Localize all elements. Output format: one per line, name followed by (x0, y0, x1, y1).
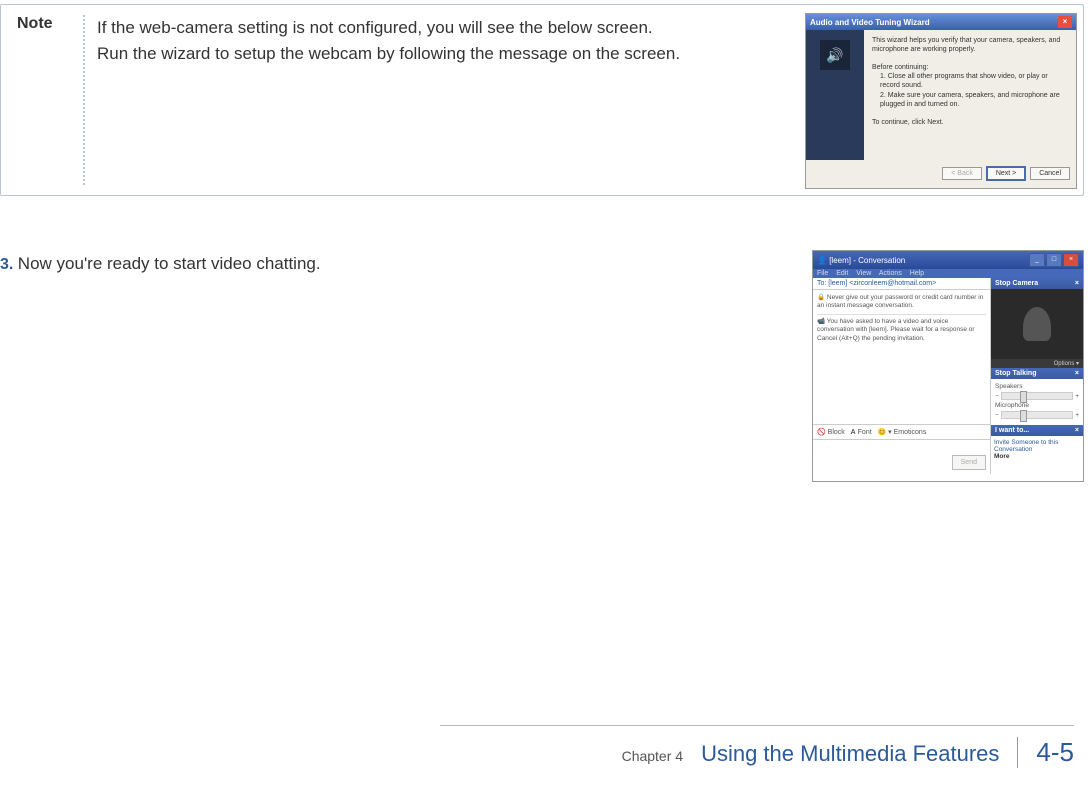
maximize-icon: □ (1046, 253, 1062, 267)
iwantto-header: I want to...× (991, 425, 1083, 436)
minimize-icon: _ (1029, 253, 1045, 267)
note-line1: If the web-camera setting is not configu… (97, 15, 680, 41)
toolbar-font: Font (858, 429, 872, 436)
note-divider (83, 15, 85, 185)
stop-talking-header: Stop Talking× (991, 368, 1083, 379)
wizard-screenshot: Audio and Video Tuning Wizard × 🔊 This w… (805, 13, 1077, 189)
toolbar-block: Block (828, 429, 845, 436)
chat-right-pane: Stop Camera× Options ▾ Stop Talking× Spe… (991, 278, 1083, 474)
next-button: Next > (986, 166, 1026, 181)
close-icon: × (1058, 16, 1072, 28)
emoticon-icon: 😊 (878, 429, 887, 436)
wizard-title-text: Audio and Video Tuning Wizard (810, 18, 930, 27)
menu-help: Help (910, 270, 924, 277)
wizard-item2: 2. Make sure your camera, speakers, and … (880, 91, 1068, 109)
step-3: 3. Now you're ready to start video chatt… (0, 254, 321, 274)
wizard-item1: 1. Close all other programs that show vi… (880, 72, 1068, 90)
camera-view (991, 289, 1083, 359)
back-button: < Back (942, 167, 982, 180)
chat-body: To: [leem] <zirconleem@hotmail.com> 🔒 Ne… (813, 278, 1083, 474)
note-label: Note (17, 15, 53, 33)
footer-divider (440, 725, 1074, 726)
toolbar-emoticons: Emoticons (894, 429, 927, 436)
wizard-content: This wizard helps you verify that your c… (864, 30, 1076, 160)
cancel-button: Cancel (1030, 167, 1070, 180)
chat-to: To: [leem] <zirconleem@hotmail.com> (813, 278, 990, 290)
options-bar: Options ▾ (991, 359, 1083, 368)
invite-link: Invite Someone to this Conversation (994, 439, 1080, 453)
step-number: 3. (0, 256, 13, 273)
stop-camera-header: Stop Camera× (991, 278, 1083, 289)
note-box: Note If the web-camera setting is not co… (0, 4, 1084, 196)
wizard-before: Before continuing: (872, 63, 1068, 72)
chat-title-text: [leem] - Conversation (829, 256, 905, 265)
page-number: 4-5 (1017, 737, 1074, 768)
menu-edit: Edit (836, 270, 848, 277)
wizard-footer: < Back Next > Cancel (806, 160, 1076, 187)
menu-file: File (817, 270, 828, 277)
msn-icon: 👤 (817, 256, 827, 265)
chat-toolbar: 🚫 Block A Font 😊 ▾ Emoticons (813, 425, 990, 440)
more-link: More (994, 453, 1080, 460)
page-footer: Chapter 4 Using the Multimedia Features … (622, 737, 1074, 768)
chat-menubar: File Edit View Actions Help (813, 269, 1083, 278)
speaker-icon: 🔊 (820, 40, 850, 70)
chapter-label: Chapter 4 (622, 748, 683, 764)
block-icon: 🚫 (817, 429, 826, 436)
menu-view: View (856, 270, 871, 277)
wizard-body: 🔊 This wizard helps you verify that your… (806, 30, 1076, 160)
chat-invite-msg: You have asked to have a video and voice… (817, 318, 975, 342)
chat-titlebar: 👤 [leem] - Conversation _ □ × (813, 251, 1083, 269)
microphone-label: Microphone (995, 402, 1079, 409)
chat-left-pane: To: [leem] <zirconleem@hotmail.com> 🔒 Ne… (813, 278, 991, 474)
iwantto-panel: Invite Someone to this Conversation More (991, 436, 1083, 463)
microphone-slider: −+ (995, 411, 1079, 419)
silhouette-icon (1023, 307, 1051, 341)
send-button: Send (952, 455, 986, 470)
chat-warning: Never give out your password or credit c… (817, 294, 983, 309)
chat-screenshot: 👤 [leem] - Conversation _ □ × File Edit … (812, 250, 1084, 482)
audio-panel: Speakers −+ Microphone −+ (991, 379, 1083, 425)
chapter-title: Using the Multimedia Features (701, 741, 999, 767)
chat-messages: 🔒 Never give out your password or credit… (813, 290, 990, 425)
note-line2: Run the wizard to setup the webcam by fo… (97, 41, 680, 67)
speakers-label: Speakers (995, 383, 1079, 390)
close-icon: × (1063, 253, 1079, 267)
wizard-intro: This wizard helps you verify that your c… (872, 36, 1068, 54)
note-text: If the web-camera setting is not configu… (97, 15, 680, 66)
wizard-sidebar: 🔊 (806, 30, 864, 160)
speakers-slider: −+ (995, 392, 1079, 400)
step-text: Now you're ready to start video chatting… (18, 254, 321, 273)
chat-input-area: Send (813, 440, 990, 474)
wizard-continue: To continue, click Next. (872, 118, 1068, 127)
wizard-titlebar: Audio and Video Tuning Wizard × (806, 14, 1076, 30)
menu-actions: Actions (879, 270, 902, 277)
